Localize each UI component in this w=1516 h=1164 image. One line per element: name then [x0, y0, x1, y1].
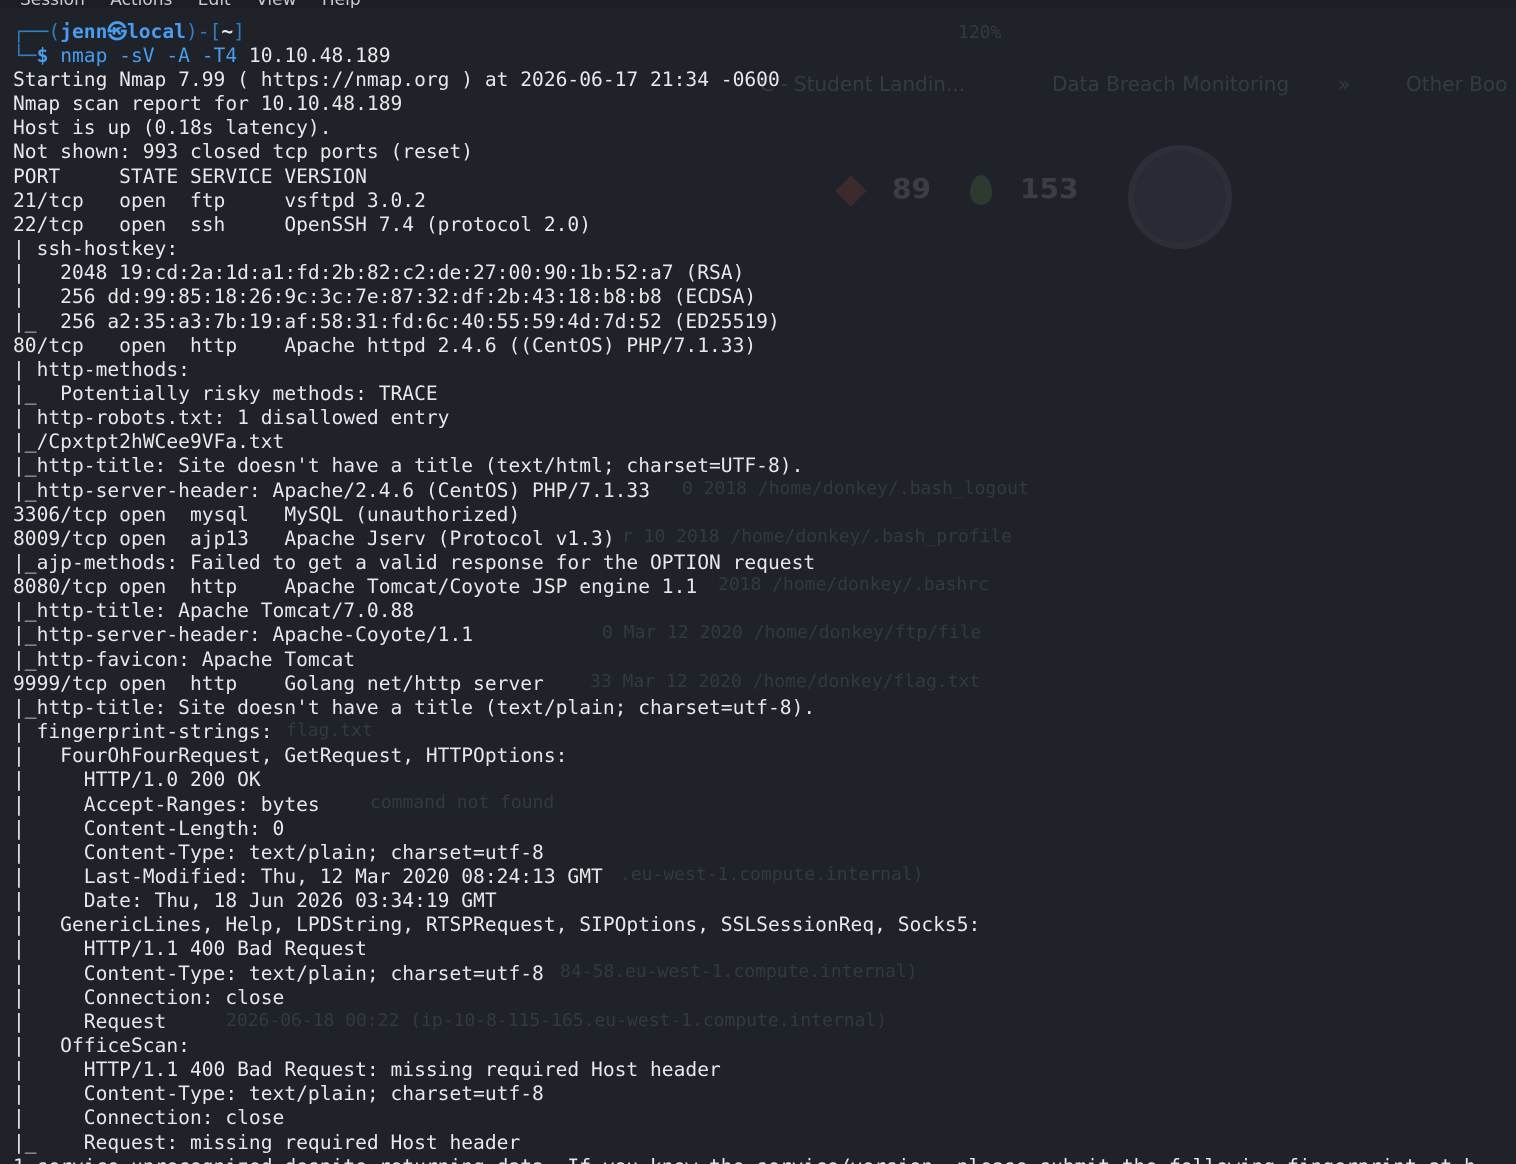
prompt-corner: └─ — [13, 44, 37, 67]
menu-view[interactable]: View — [256, 0, 296, 8]
output-line: 9999/tcp open http Golang net/http serve… — [13, 671, 544, 695]
command-target: 10.10.48.189 — [237, 44, 391, 67]
prompt-frame-close: ] — [233, 20, 245, 43]
output-line: |_http-server-header: Apache/2.4.6 (Cent… — [13, 478, 651, 502]
output-line: | Content-Type: text/plain; charset=utf-… — [13, 1082, 544, 1106]
command-line: └─$ nmap -sV -A -T4 10.10.48.189 — [13, 44, 391, 68]
output-line: 8080/tcp open http Apache Tomcat/Coyote … — [13, 575, 698, 599]
menu-help[interactable]: Help — [322, 0, 361, 8]
output-line: |_http-title: Site doesn't have a title … — [13, 454, 804, 478]
prompt-user-host: jenn㉿local — [60, 20, 186, 43]
output-line: |_/Cpxtpt2hWCee9VFa.txt — [13, 430, 285, 454]
output-line: | 256 dd:99:85:18:26:9c:3c:7e:87:32:df:2… — [13, 285, 757, 309]
output-line: | Accept-Ranges: bytes — [13, 792, 320, 816]
output-line: |_ajp-methods: Failed to get a valid res… — [13, 551, 816, 574]
prompt-frame-mid: )-[ — [185, 20, 222, 43]
output-line: |_ Potentially risky methods: TRACE — [13, 381, 438, 405]
output-line: Nmap scan report for 10.10.48.189 — [13, 92, 403, 116]
output-line: 1 service unrecognized despite returning… — [13, 1155, 1476, 1164]
output-line: 80/tcp open http Apache httpd 2.4.6 ((Ce… — [13, 333, 757, 357]
prompt-line: ┌──(jenn㉿local)-[~] — [13, 20, 245, 44]
output-line: |_http-title: Apache Tomcat/7.0.88 — [13, 599, 415, 623]
output-line: |_http-server-header: Apache-Coyote/1.1 — [13, 623, 474, 647]
command-args: -sV -A -T4 — [107, 44, 238, 67]
output-line: | 2048 19:cd:2a:1d:a1:fd:2b:82:c2:de:27:… — [13, 261, 745, 285]
output-line: | Connection: close — [13, 1106, 285, 1130]
output-line: Host is up (0.18s latency). — [13, 116, 332, 140]
output-line: | ssh-hostkey: — [13, 237, 190, 261]
output-line: | FourOhFourRequest, GetRequest, HTTPOpt… — [13, 744, 580, 768]
output-line: PORT STATE SERVICE VERSION — [13, 164, 367, 188]
output-line: 22/tcp open ssh OpenSSH 7.4 (protocol 2.… — [13, 212, 592, 236]
output-line: |_http-title: Site doesn't have a title … — [13, 695, 816, 719]
output-line: | Connection: close — [13, 985, 285, 1009]
output-line: | GenericLines, Help, LPDString, RTSPReq… — [13, 913, 993, 937]
output-line: 8009/tcp open ajp13 Apache Jserv (Protoc… — [13, 526, 615, 550]
output-line: 3306/tcp open mysql MySQL (unauthorized) — [13, 502, 521, 526]
prompt-frame-open: ┌──( — [13, 20, 61, 43]
output-line: |_http-favicon: Apache Tomcat — [13, 647, 356, 671]
output-line: | Request — [13, 1009, 167, 1033]
terminal-menubar: Session Actions Edit View Help — [0, 0, 1516, 8]
menu-actions[interactable]: Actions — [110, 0, 172, 8]
output-line: | OfficeScan: — [13, 1034, 202, 1057]
output-line: | http-methods: — [13, 357, 202, 381]
terminal-output[interactable]: ┌──(jenn㉿local)-[~] └─$ nmap -sV -A -T4 … — [0, 18, 1516, 1164]
prompt-dollar: $ — [36, 44, 49, 67]
menu-edit[interactable]: Edit — [198, 0, 231, 8]
command-name: nmap — [60, 44, 108, 67]
output-line: 21/tcp open ftp vsftpd 3.0.2 — [13, 188, 426, 212]
prompt-directory: ~ — [221, 20, 234, 43]
menu-session[interactable]: Session — [20, 0, 85, 8]
output-line: | Content-Type: text/plain; charset=utf-… — [13, 961, 544, 985]
output-line: Starting Nmap 7.99 ( https://nmap.org ) … — [13, 68, 780, 91]
output-line: Not shown: 993 closed tcp ports (reset) — [13, 140, 474, 164]
output-line: | Content-Type: text/plain; charset=utf-… — [13, 840, 544, 864]
output-line: | Last-Modified: Thu, 12 Mar 2020 08:24:… — [13, 864, 603, 888]
output-line: | HTTP/1.1 400 Bad Request — [13, 937, 367, 961]
output-line: | Content-Length: 0 — [13, 816, 285, 840]
output-line: | fingerprint-strings: — [13, 720, 285, 744]
output-line: | Date: Thu, 18 Jun 2026 03:34:19 GMT — [13, 889, 497, 913]
output-line: | HTTP/1.0 200 OK — [13, 768, 261, 792]
output-line: | http-robots.txt: 1 disallowed entry — [13, 406, 462, 430]
output-line: | HTTP/1.1 400 Bad Request: missing requ… — [13, 1058, 721, 1082]
output-line: |_ Request: missing required Host header — [13, 1130, 521, 1154]
output-line: |_ 256 a2:35:a3:7b:19:af:58:31:fd:6c:40:… — [13, 309, 780, 333]
